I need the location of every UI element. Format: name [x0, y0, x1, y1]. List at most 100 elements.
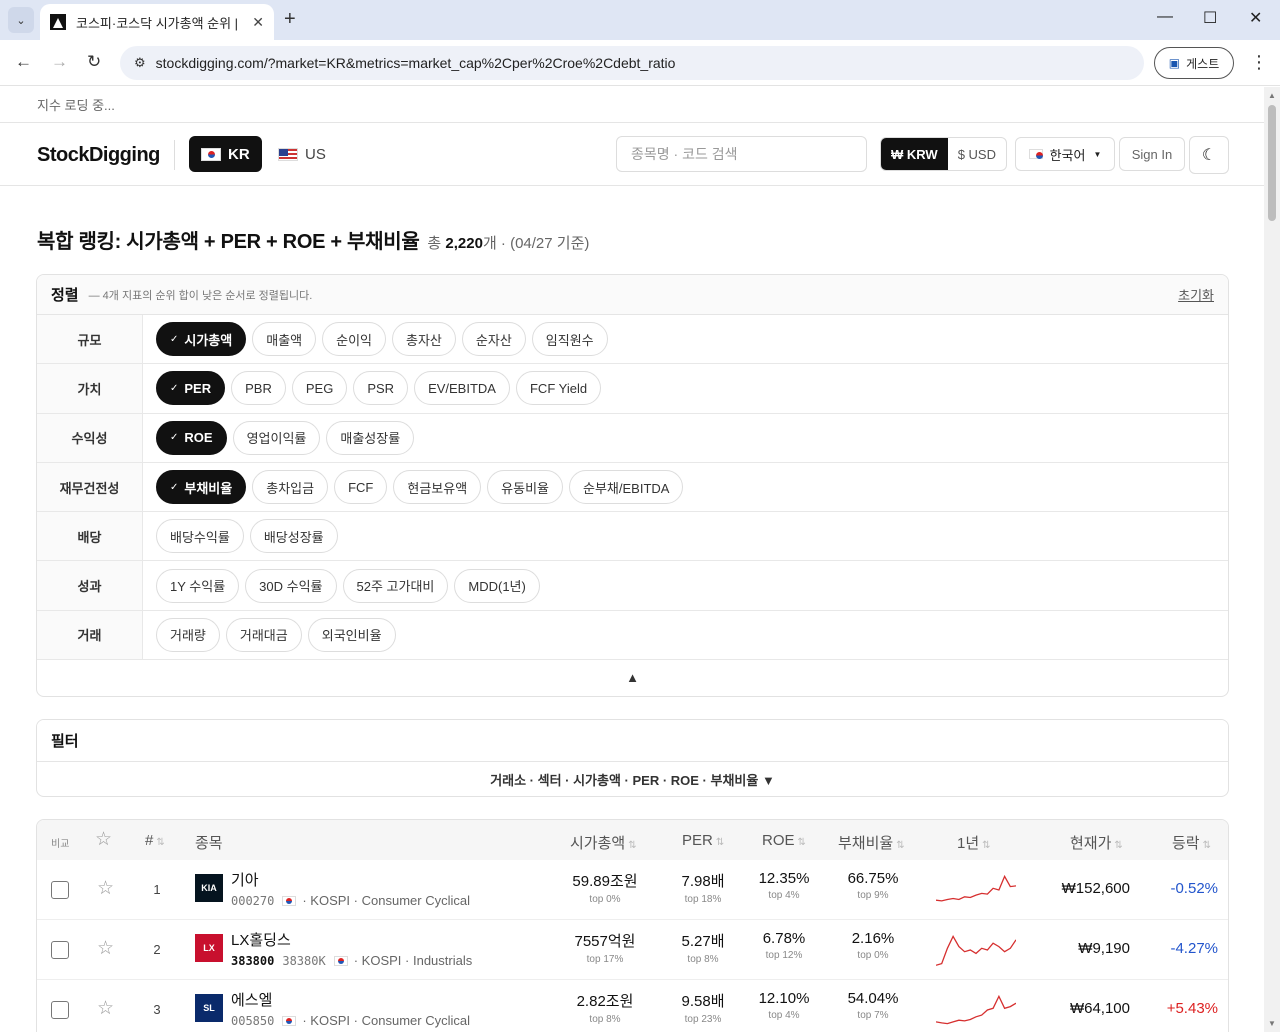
- sort-metric-chip[interactable]: 거래량: [156, 617, 220, 652]
- sort-metric-chip[interactable]: 배당수익률: [156, 519, 244, 554]
- scrollbar-thumb[interactable]: [1268, 105, 1276, 221]
- reload-icon[interactable]: ↻: [87, 52, 101, 72]
- sort-metric-chip[interactable]: 임직원수: [531, 322, 608, 357]
- company-logo: SL: [195, 994, 223, 1022]
- sort-group-row: 성과 1Y 수익률 30D 수익률 52주 고가대비 MDD(1년): [37, 561, 1228, 611]
- sort-hint: — 4개 지표의 순위 합이 낮은 순서로 정렬됩니다.: [88, 289, 313, 302]
- scroll-down-icon[interactable]: ▼: [1268, 1019, 1276, 1028]
- site-logo[interactable]: StockDigging: [37, 144, 160, 167]
- currency-krw-button[interactable]: ₩ KRW: [881, 138, 948, 170]
- header-rank[interactable]: # ⇅: [145, 832, 165, 849]
- minimize-icon[interactable]: —: [1157, 8, 1173, 26]
- sort-metric-chip[interactable]: 1Y 수익률: [156, 568, 240, 603]
- sort-metric-chip[interactable]: PEG: [291, 371, 348, 406]
- header-favorite-star-icon[interactable]: ☆: [95, 828, 112, 851]
- ranking-table: 비교 ☆ # ⇅ 종목 시가총액 ⇅ PER ⇅ ROE ⇅ 부채비율 ⇅ 1년 ⇅ 현재가…: [36, 819, 1229, 1032]
- language-select[interactable]: 한국어 ▼: [1015, 137, 1115, 171]
- header-price[interactable]: 현재가 ⇅: [1070, 832, 1123, 853]
- favorite-star-icon[interactable]: ☆: [97, 877, 114, 900]
- metric-percentile: top 0%: [589, 894, 621, 905]
- market-us-button[interactable]: US: [266, 136, 338, 172]
- sort-metric-chip[interactable]: 외국인비율: [307, 617, 396, 652]
- sort-metric-chip[interactable]: MDD(1년): [454, 568, 540, 603]
- sort-metric-chip[interactable]: 배당성장률: [249, 519, 338, 554]
- sort-metric-chip[interactable]: 현금보유액: [393, 470, 482, 505]
- metric-value: 59.89조원: [572, 873, 638, 890]
- table-row[interactable]: ☆ 2 LX LX홀딩스 383800 38380K · KOSPI · Ind…: [37, 920, 1228, 980]
- sort-metric-chip[interactable]: FCF Yield: [515, 371, 602, 406]
- header-change[interactable]: 등락 ⇅: [1172, 832, 1211, 853]
- forward-arrow-icon[interactable]: →: [51, 52, 68, 72]
- sort-metric-chip[interactable]: 시가총액: [156, 322, 247, 357]
- maximize-icon[interactable]: ☐: [1203, 8, 1217, 28]
- filter-summary-toggle[interactable]: 거래소 · 섹터 · 시가총액 · PER · ROE · 부채비율 ▼: [37, 762, 1228, 796]
- compare-checkbox[interactable]: [51, 881, 69, 899]
- page-scrollbar[interactable]: ▲ ▼: [1264, 87, 1280, 1032]
- scroll-up-icon[interactable]: ▲: [1268, 91, 1276, 100]
- sort-metric-chip[interactable]: 유동비율: [487, 470, 564, 505]
- sort-metric-chip[interactable]: 매출성장률: [326, 420, 415, 455]
- sort-arrows-icon: ⇅: [1202, 840, 1211, 851]
- site-settings-icon[interactable]: ⚙: [134, 55, 146, 71]
- favorite-star-icon[interactable]: ☆: [97, 997, 114, 1020]
- sort-metric-chip[interactable]: 순자산: [461, 322, 526, 357]
- company-logo-text: KIA: [201, 883, 217, 893]
- sort-title: 정렬: [51, 287, 79, 304]
- table-row[interactable]: ☆ 1 KIA 기아 000270 · KOSPI · Consumer Cyc…: [37, 860, 1228, 920]
- header-roe[interactable]: ROE ⇅: [762, 832, 806, 849]
- sort-metric-chip[interactable]: 순부채/EBITDA: [569, 470, 684, 505]
- stock-name[interactable]: 기아: [231, 869, 259, 890]
- sort-metric-chip[interactable]: PER: [156, 371, 226, 406]
- new-tab-icon[interactable]: +: [284, 8, 296, 31]
- sort-metric-chip[interactable]: 총차입금: [252, 470, 329, 505]
- tab-search-button[interactable]: ⌄: [8, 7, 34, 33]
- back-arrow-icon[interactable]: ←: [15, 52, 32, 72]
- metric-cell: 6.78% top 12%: [749, 930, 819, 961]
- favorite-star-icon[interactable]: ☆: [97, 937, 114, 960]
- sort-metric-chip[interactable]: PBR: [231, 371, 286, 406]
- collapse-sort-button[interactable]: ▲: [37, 660, 1228, 695]
- header-per[interactable]: PER ⇅: [682, 832, 724, 849]
- sort-metric-chip[interactable]: PSR: [353, 371, 409, 406]
- sort-metric-chip[interactable]: 순이익: [322, 322, 387, 357]
- sort-group-label: 수익성: [37, 413, 143, 462]
- address-bar[interactable]: ⚙ stockdigging.com/?market=KR&metrics=ma…: [120, 46, 1144, 80]
- header-1y[interactable]: 1년 ⇅: [957, 832, 991, 853]
- window-close-icon[interactable]: ✕: [1249, 8, 1262, 28]
- compare-checkbox[interactable]: [51, 941, 69, 959]
- sign-in-button[interactable]: Sign In: [1119, 137, 1185, 171]
- sort-panel: 정렬 — 4개 지표의 순위 합이 낮은 순서로 정렬됩니다. 초기화 규모시가…: [36, 274, 1229, 697]
- metric-value: 9.58배: [681, 993, 725, 1010]
- sort-metric-chip[interactable]: FCF: [334, 470, 388, 505]
- header-market-cap[interactable]: 시가총액 ⇅: [570, 832, 637, 853]
- sort-arrows-icon: ⇅: [628, 840, 637, 851]
- sort-metric-chip[interactable]: 거래대금: [225, 617, 302, 652]
- sort-metric-chip[interactable]: 30D 수익률: [245, 568, 337, 603]
- browser-tab[interactable]: 코스피·코스닥 시가총액 순위 | ✕: [40, 4, 274, 40]
- metric-percentile: top 0%: [857, 950, 889, 961]
- sort-metric-chip[interactable]: 총자산: [392, 322, 456, 357]
- sort-metric-chip[interactable]: 매출액: [252, 322, 317, 357]
- sort-metric-chip[interactable]: ROE: [156, 420, 227, 455]
- tab-close-icon[interactable]: ✕: [252, 14, 264, 31]
- sort-metric-chip[interactable]: 52주 고가대비: [342, 568, 449, 603]
- browser-toolbar: ← → ↻ ⚙ stockdigging.com/?market=KR&metr…: [0, 40, 1280, 86]
- sort-metric-chip[interactable]: 영업이익률: [232, 420, 321, 455]
- header-1y-label: 1년: [957, 835, 980, 852]
- compare-checkbox[interactable]: [51, 1001, 69, 1019]
- reset-button[interactable]: 초기화: [1178, 285, 1214, 304]
- profile-button[interactable]: ▣ 게스트: [1154, 47, 1234, 79]
- table-row[interactable]: ☆ 3 SL 에스엘 005850 · KOSPI · Consumer Cyc…: [37, 980, 1228, 1032]
- sort-metric-chip[interactable]: EV/EBITDA: [414, 371, 510, 406]
- header-debt-ratio[interactable]: 부채비율 ⇅: [838, 832, 905, 853]
- sort-metric-chip[interactable]: 부채비율: [156, 470, 247, 505]
- browser-menu-icon[interactable]: ⋮: [1250, 52, 1268, 73]
- sector-label: · Consumer Cyclical: [353, 1013, 470, 1028]
- stock-search-input[interactable]: 종목명 · 코드 검색: [616, 136, 867, 172]
- stock-name[interactable]: LX홀딩스: [231, 929, 291, 950]
- sort-group-label: 재무건전성: [37, 462, 143, 512]
- stock-name[interactable]: 에스엘: [231, 989, 272, 1010]
- dark-mode-toggle[interactable]: ☾: [1189, 136, 1229, 174]
- currency-usd-button[interactable]: $ USD: [948, 138, 1006, 170]
- market-kr-button[interactable]: KR: [189, 136, 262, 172]
